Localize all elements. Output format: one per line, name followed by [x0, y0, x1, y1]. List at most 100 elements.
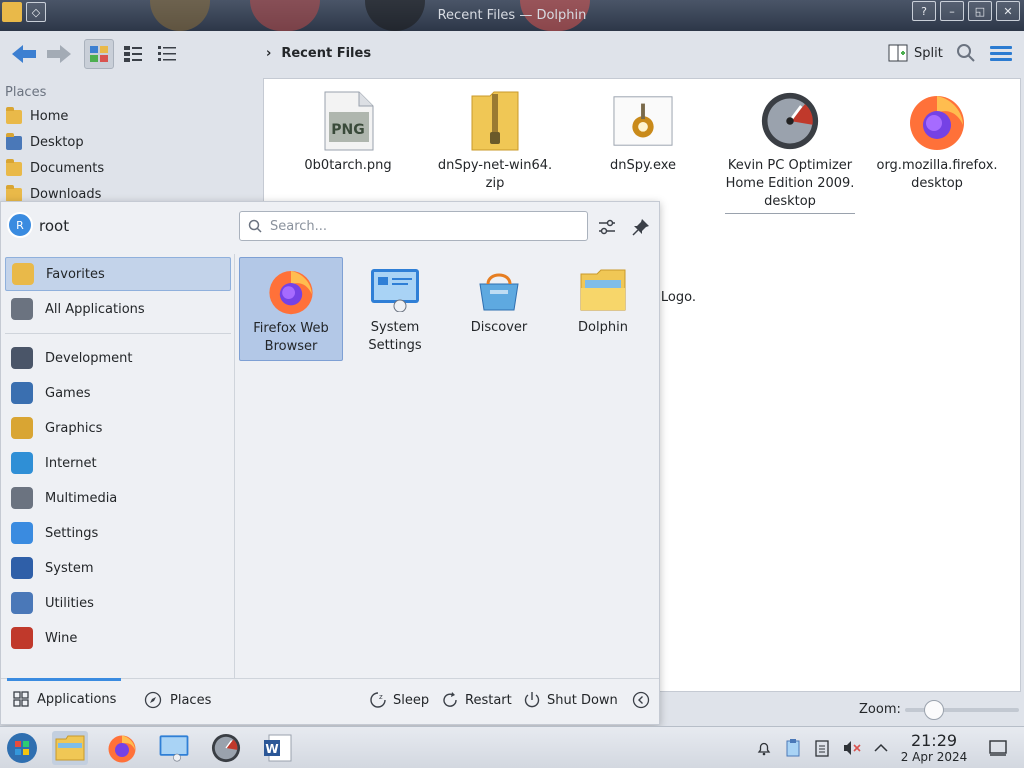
search-input[interactable]: [270, 218, 570, 234]
hamburger-menu-button[interactable]: [990, 43, 1012, 64]
file-item[interactable]: dnSpy-net-win64. zip: [430, 79, 560, 193]
leave-menu-button[interactable]: [632, 691, 650, 709]
digital-clock[interactable]: 21:29 2 Apr 2024: [898, 731, 970, 764]
help-icon[interactable]: ?: [912, 1, 936, 21]
zip-file-icon: [465, 89, 525, 153]
category-divider: [5, 333, 231, 334]
volume-muted-icon[interactable]: [842, 738, 862, 758]
tab-applications[interactable]: Applications: [6, 678, 122, 707]
category-all-applications[interactable]: All Applications: [5, 292, 231, 326]
app-label: Discover: [470, 320, 528, 335]
tab-label: Applications: [37, 691, 117, 707]
clipboard-manager-icon[interactable]: [783, 738, 803, 758]
category-internet[interactable]: Internet: [5, 446, 231, 480]
search-button[interactable]: [956, 43, 976, 68]
category-label: Wine: [45, 630, 78, 646]
file-item[interactable]: PNG 0b0tarch.png: [283, 79, 413, 175]
sleep-label: Sleep: [393, 692, 430, 708]
task-optimizer[interactable]: [208, 731, 244, 765]
minimize-icon[interactable]: –: [940, 1, 964, 21]
split-button[interactable]: Split: [888, 44, 943, 62]
sleep-button[interactable]: z Sleep: [369, 691, 429, 709]
pin-button[interactable]: [630, 216, 652, 238]
desktop-folder-icon: [6, 132, 22, 150]
file-item[interactable]: Kevin PC Optimizer Home Edition 2009. de…: [725, 79, 855, 214]
firefox-icon: [907, 89, 967, 153]
category-system[interactable]: System: [5, 551, 231, 585]
clipboard-icon[interactable]: [812, 738, 832, 758]
app-label: System Settings: [368, 320, 422, 353]
category-label: Development: [45, 350, 133, 366]
category-label: Multimedia: [45, 490, 118, 506]
taskbar: W 21:29 2 Apr 2024: [0, 726, 1024, 768]
optimizer-icon: [760, 89, 820, 153]
pin-icon: [632, 219, 649, 236]
search-field[interactable]: [239, 211, 588, 241]
system-icon: [11, 557, 33, 579]
games-icon: [11, 382, 33, 404]
icons-view-button[interactable]: [84, 39, 114, 69]
favorites-grid: Firefox Web Browser System Settings Disc…: [237, 254, 659, 678]
windows-logo-icon: [7, 733, 37, 763]
window-titlebar[interactable]: ◇ Recent Files — Dolphin ? – ◱ ✕: [0, 0, 1024, 31]
forward-button[interactable]: [44, 39, 74, 69]
documents-folder-icon: [6, 158, 22, 176]
all-apps-icon: [11, 298, 33, 320]
chevron-left-circle-icon: [632, 691, 650, 709]
restart-button[interactable]: Restart: [441, 691, 512, 709]
compass-icon: [144, 691, 162, 709]
place-item-home[interactable]: Home: [6, 106, 68, 124]
split-label: Split: [914, 45, 943, 61]
task-system-settings[interactable]: [156, 731, 192, 765]
power-icon: [524, 692, 540, 708]
app-system-settings[interactable]: System Settings: [343, 257, 447, 361]
place-item-downloads[interactable]: Downloads: [6, 184, 101, 202]
task-word[interactable]: W: [260, 731, 296, 765]
category-label: Graphics: [45, 420, 103, 436]
place-item-documents[interactable]: Documents: [6, 158, 104, 176]
details-view-button[interactable]: [152, 39, 182, 69]
app-discover[interactable]: Discover: [447, 257, 551, 361]
category-development[interactable]: Development: [5, 341, 231, 375]
category-utilities[interactable]: Utilities: [5, 586, 231, 620]
app-dolphin[interactable]: Dolphin: [551, 257, 655, 361]
category-wine[interactable]: Wine: [5, 621, 231, 655]
chevron-up-icon[interactable]: [871, 738, 891, 758]
category-games[interactable]: Games: [5, 376, 231, 410]
app-firefox[interactable]: Firefox Web Browser: [239, 257, 343, 361]
task-dolphin[interactable]: [52, 731, 88, 765]
back-button[interactable]: [8, 39, 42, 69]
breadcrumb-current[interactable]: Recent Files: [281, 46, 371, 61]
compact-view-button[interactable]: [118, 39, 148, 69]
start-menu-button[interactable]: [4, 731, 40, 765]
category-graphics[interactable]: Graphics: [5, 411, 231, 445]
category-settings[interactable]: Settings: [5, 516, 231, 550]
dolphin-folder-icon: [578, 265, 628, 315]
zoom-slider-handle[interactable]: [923, 700, 944, 720]
close-icon[interactable]: ✕: [996, 1, 1020, 21]
category-label: All Applications: [45, 301, 145, 317]
configure-button[interactable]: [596, 216, 618, 238]
png-file-icon: PNG: [318, 89, 378, 153]
shutdown-button[interactable]: Shut Down: [523, 691, 618, 709]
grid-icon: [13, 691, 29, 707]
file-name: 0b0tarch.png: [304, 158, 392, 173]
file-item[interactable]: org.mozilla.firefox. desktop: [872, 79, 1002, 193]
notifications-icon[interactable]: [754, 738, 774, 758]
show-desktop-icon[interactable]: [988, 738, 1008, 758]
zoom-slider[interactable]: [905, 700, 1019, 720]
favorites-icon: [12, 263, 34, 285]
task-firefox[interactable]: [104, 731, 140, 765]
category-favorites[interactable]: Favorites: [5, 257, 231, 291]
tab-places[interactable]: Places: [144, 691, 211, 709]
app-label: Firefox Web Browser: [253, 321, 329, 354]
category-multimedia[interactable]: Multimedia: [5, 481, 231, 515]
avatar[interactable]: R: [7, 212, 33, 238]
breadcrumb[interactable]: › Recent Files: [266, 46, 371, 61]
sliders-icon: [599, 219, 615, 235]
firefox-icon: [266, 266, 316, 316]
maximize-icon[interactable]: ◱: [968, 1, 992, 21]
place-item-desktop[interactable]: Desktop: [6, 132, 84, 150]
firefox-icon: [108, 735, 136, 763]
file-item[interactable]: dnSpy.exe: [578, 79, 708, 175]
